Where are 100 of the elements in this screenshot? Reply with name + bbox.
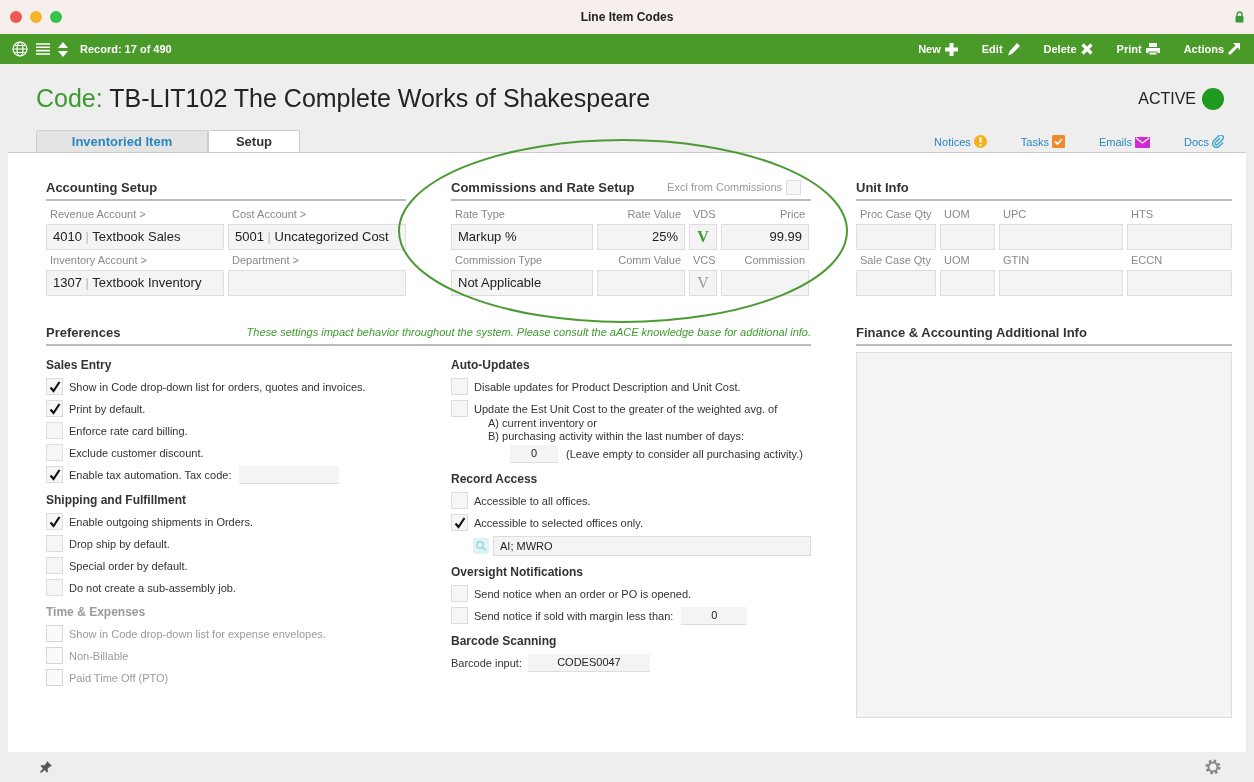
field-label: UOM <box>943 207 971 222</box>
input-field[interactable] <box>597 270 685 296</box>
checkbox[interactable] <box>451 585 468 602</box>
up-down-icon[interactable] <box>58 41 68 57</box>
checkbox[interactable] <box>46 466 63 483</box>
input-field[interactable] <box>1127 224 1232 250</box>
checkbox[interactable] <box>451 514 468 531</box>
checkbox[interactable] <box>46 422 63 439</box>
globe-icon[interactable] <box>12 41 28 57</box>
status-label: ACTIVE <box>1138 89 1196 108</box>
toolbar-button[interactable]: New <box>918 42 958 56</box>
checkbox-label: Accessible to all offices. <box>474 494 591 507</box>
field-label: UOM <box>943 253 971 268</box>
account-field[interactable]: 1307 | Textbook Inventory <box>46 270 224 296</box>
checkbox-label: Special order by default. <box>69 559 188 572</box>
input-field[interactable] <box>999 270 1123 296</box>
paperclip-icon <box>1212 135 1224 148</box>
record-counter: Record: 17 of 490 <box>80 43 172 55</box>
checkbox[interactable] <box>46 535 63 552</box>
header-link[interactable]: Emails <box>1098 136 1150 148</box>
field-label: Commission <box>743 253 806 268</box>
toolbar-button[interactable]: Actions <box>1183 43 1240 55</box>
input-field[interactable] <box>940 270 995 296</box>
zoom-window-button[interactable] <box>50 11 62 23</box>
checkbox[interactable] <box>46 579 63 596</box>
option-text: A) current inventory or <box>487 417 598 430</box>
checkbox-label: Print by default. <box>69 402 146 415</box>
checkbox-label: Excl from Commissions <box>667 181 782 193</box>
notes-field[interactable] <box>856 352 1232 718</box>
header-link[interactable]: Tasks <box>1020 135 1065 148</box>
group-title: Sales Entry <box>46 358 113 372</box>
checkbox[interactable] <box>46 513 63 530</box>
field-label: GTIN <box>1002 253 1031 268</box>
search-icon[interactable] <box>473 538 489 554</box>
group-title: Time & Expenses <box>46 605 147 619</box>
input-field[interactable]: 25% <box>597 224 685 250</box>
tab[interactable]: Setup <box>208 130 300 152</box>
field-label: VCS <box>692 253 717 268</box>
header-link[interactable]: Docs <box>1183 135 1224 148</box>
checkbox[interactable] <box>786 179 801 195</box>
mail-icon <box>1134 136 1150 148</box>
days-field[interactable]: 0 <box>510 445 558 463</box>
field-label: Rate Value <box>626 207 682 222</box>
checkbox[interactable] <box>46 400 63 417</box>
checkbox-label: Non-Billable <box>69 649 129 662</box>
status-dot <box>1202 87 1224 110</box>
close-window-button[interactable] <box>10 11 22 23</box>
input-field[interactable] <box>239 466 340 484</box>
pin-icon[interactable] <box>40 761 52 773</box>
checkbox[interactable] <box>451 492 468 509</box>
input-field[interactable] <box>721 270 809 296</box>
field-label: HTS <box>1130 207 1154 222</box>
field-label: Revenue Account > <box>49 207 147 222</box>
input-field[interactable] <box>856 224 936 250</box>
field-label: Rate Type <box>454 207 506 222</box>
checkbox-label: Show in Code drop-down list for expense envelopes. <box>69 627 326 640</box>
checkbox-label: Update the Est Unit Cost to the greater of the weighted avg. of <box>474 402 778 415</box>
alert-icon <box>973 135 987 148</box>
settings-icon[interactable] <box>1204 758 1222 776</box>
input-field[interactable]: 0 <box>681 607 748 625</box>
checkbox[interactable] <box>451 378 468 395</box>
info-note: These settings impact behavior throughout the system. Please consult the aACE knowledge base for additional info. <box>246 326 811 338</box>
field-label: Cost Account > <box>231 207 308 222</box>
checkbox[interactable] <box>46 444 63 461</box>
toolbar-button[interactable]: Delete <box>1043 43 1093 55</box>
header-link[interactable]: Notices <box>934 135 987 148</box>
checkbox-label: Do not create a sub-assembly job. <box>69 581 236 594</box>
minimize-window-button[interactable] <box>30 11 42 23</box>
input-field[interactable] <box>1127 270 1232 296</box>
account-field[interactable]: 4010 | Textbook Sales <box>46 224 224 250</box>
section-title: Preferences <box>46 324 121 340</box>
checkbox[interactable] <box>46 378 63 395</box>
input-field[interactable]: Markup % <box>451 224 593 250</box>
group-title: Barcode Scanning <box>451 634 558 648</box>
pencil-icon <box>1006 42 1020 56</box>
toolbar-button[interactable]: Edit <box>981 42 1020 56</box>
account-field[interactable] <box>228 270 406 296</box>
menu-icon[interactable] <box>36 43 50 55</box>
field-label: Department > <box>231 253 300 268</box>
input-field[interactable] <box>940 224 995 250</box>
checkbox[interactable] <box>451 607 468 624</box>
checkbox-label: Enable tax automation. Tax code: <box>69 469 232 481</box>
section-title: Unit Info <box>856 179 909 195</box>
field-label: ECCN <box>1130 253 1164 268</box>
input-field[interactable]: 99.99 <box>721 224 809 250</box>
toolbar-button[interactable]: Print <box>1116 43 1160 55</box>
input-field[interactable] <box>999 224 1123 250</box>
checkbox[interactable] <box>46 557 63 574</box>
section-title: Accounting Setup <box>46 179 158 195</box>
offices-field[interactable]: AI; MWRO <box>493 536 811 556</box>
record-title: Code: TB-LIT102 The Complete Works of Shakespeare <box>36 84 651 113</box>
input-field[interactable]: Not Applicable <box>451 270 593 296</box>
checkbox[interactable] <box>451 400 468 417</box>
barcode-field[interactable]: CODES0047 <box>527 654 650 672</box>
field-label: Proc Case Qty <box>859 207 933 222</box>
delete-icon <box>1080 43 1093 55</box>
field-label: Price <box>778 207 806 222</box>
printer-icon <box>1145 43 1160 55</box>
input-field[interactable] <box>856 270 936 296</box>
account-field[interactable]: 5001 | Uncategorized Cost <box>228 224 406 250</box>
